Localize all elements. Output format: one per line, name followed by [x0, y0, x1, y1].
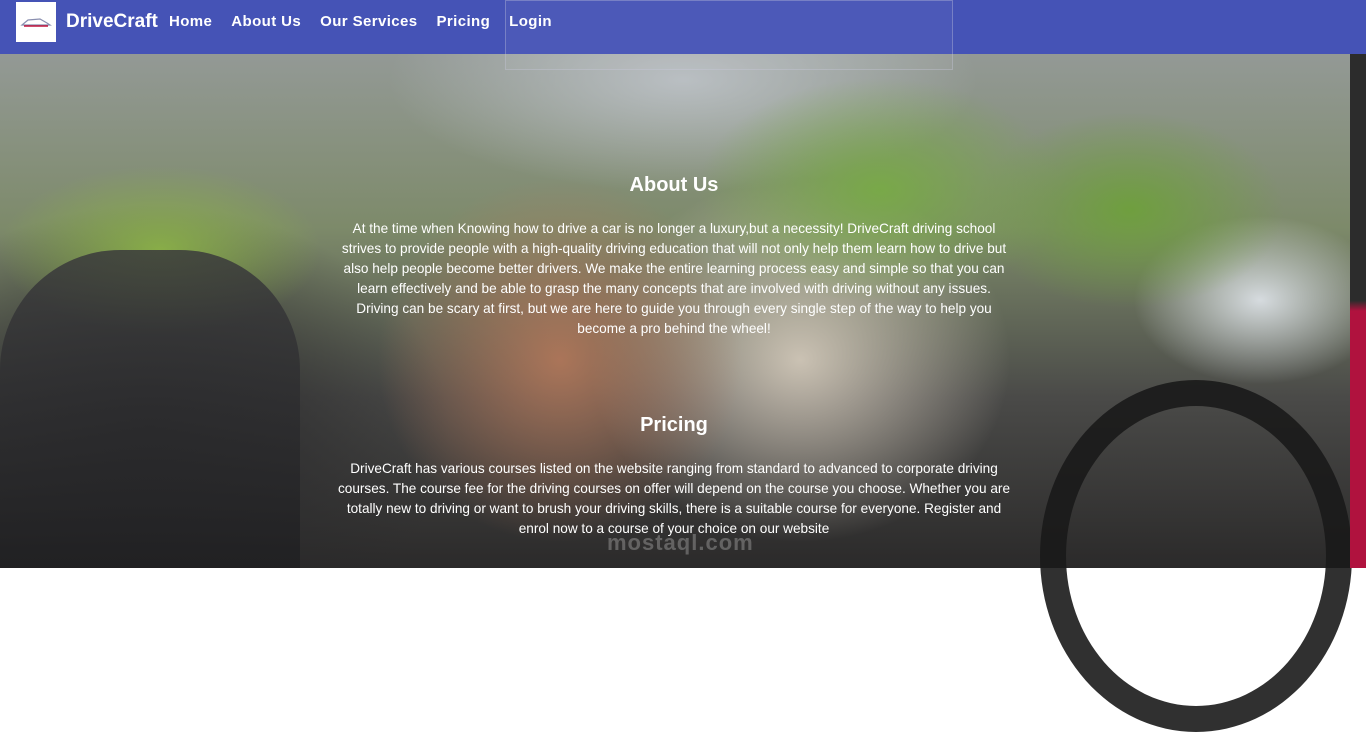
car-seat-shape	[0, 250, 300, 568]
about-text: At the time when Knowing how to drive a …	[341, 221, 1007, 336]
pricing-section: Pricing DriveCraft has various courses l…	[336, 414, 1012, 539]
nav-about-us[interactable]: About Us	[231, 13, 301, 30]
nav-pricing[interactable]: Pricing	[437, 13, 491, 30]
pricing-title: Pricing	[640, 414, 708, 436]
nav-our-services[interactable]: Our Services	[320, 13, 417, 30]
brand-logo[interactable]	[16, 2, 56, 42]
pricing-text: DriveCraft has various courses listed on…	[337, 461, 1010, 536]
brand-name[interactable]: DriveCraft	[66, 11, 158, 33]
steering-wheel-shape	[1040, 380, 1352, 732]
watermark: mostaql.com	[607, 530, 754, 555]
nav-login[interactable]: Login	[509, 13, 552, 30]
side-accent-strip	[1350, 54, 1366, 568]
about-section: About Us At the time when Knowing how to…	[336, 174, 1012, 339]
main-nav: Home About Us Our Services Pricing Login	[169, 13, 571, 30]
about-title: About Us	[629, 174, 719, 196]
car-logo-icon	[20, 18, 52, 27]
navbar-overlay-box	[505, 0, 953, 70]
top-navbar: DriveCraft Home About Us Our Services Pr…	[0, 0, 1366, 70]
nav-home[interactable]: Home	[169, 13, 212, 30]
